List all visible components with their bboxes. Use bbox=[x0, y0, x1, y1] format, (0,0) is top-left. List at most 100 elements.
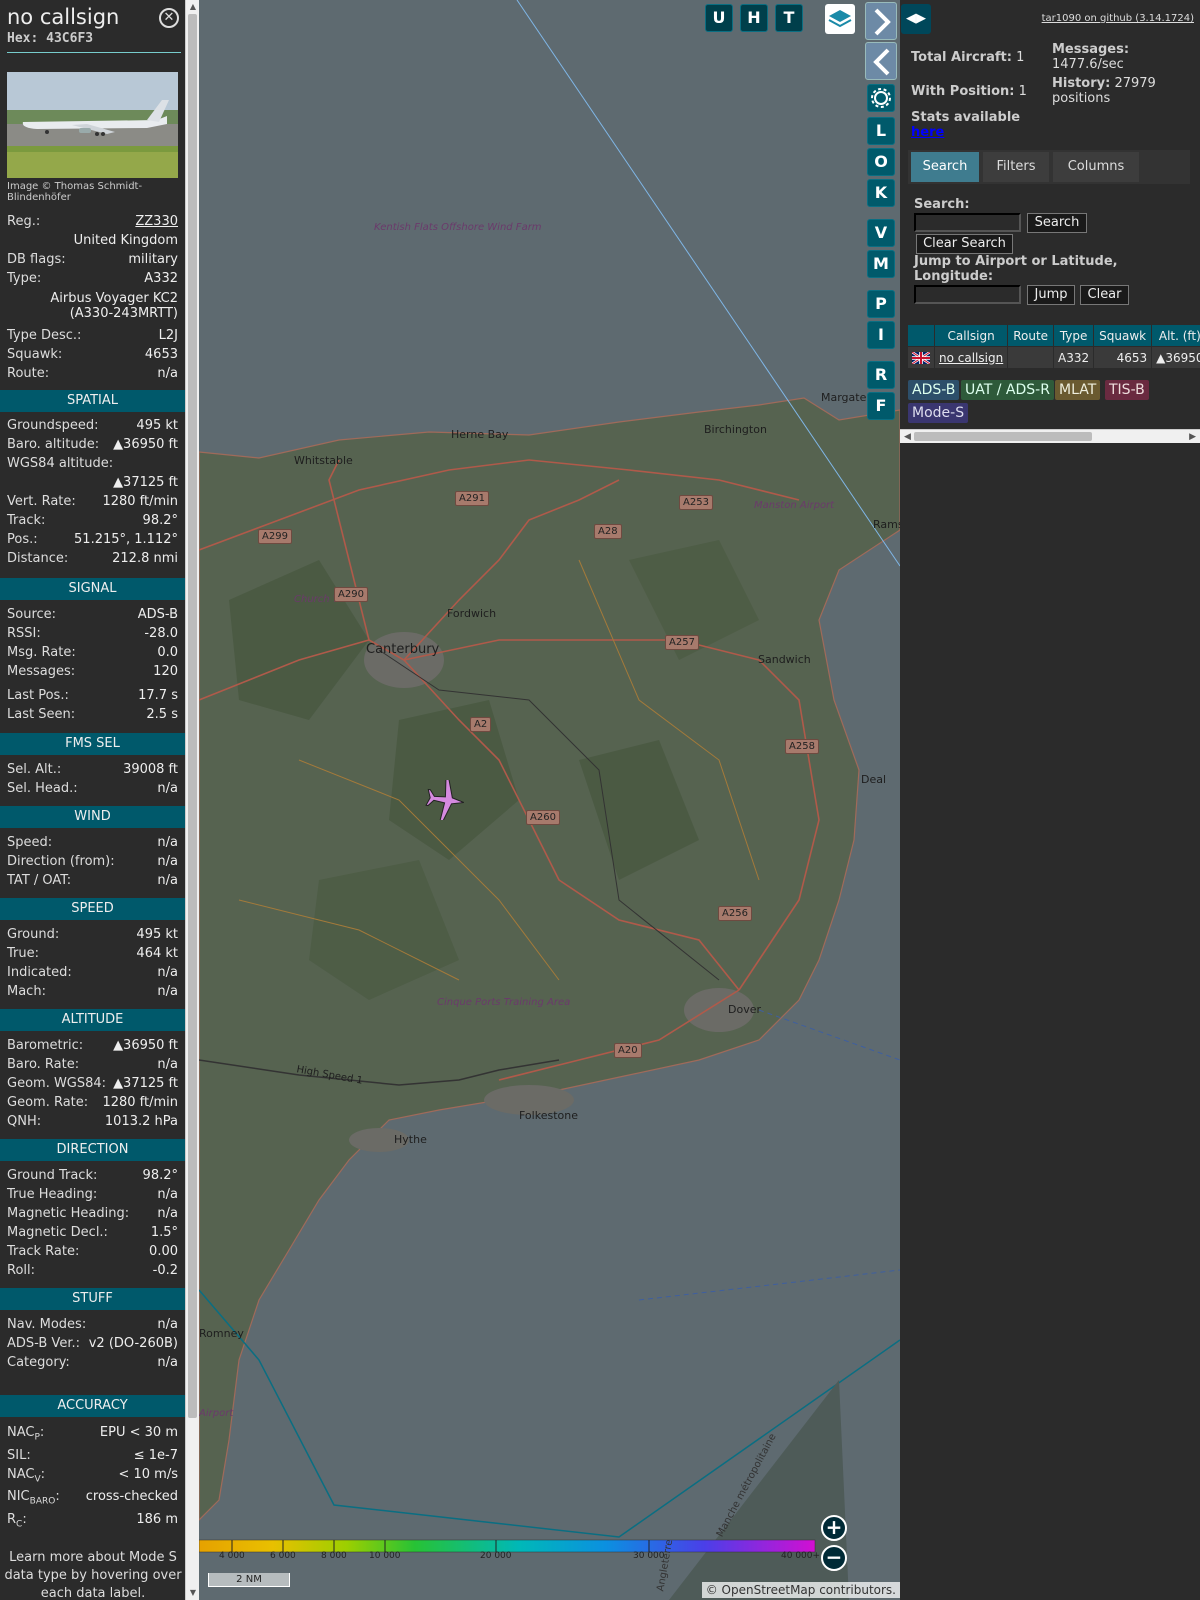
map-button-k[interactable]: K bbox=[867, 179, 895, 207]
type-row: Type: A332 bbox=[7, 269, 178, 288]
nacv-label: NACV: bbox=[7, 1467, 46, 1485]
clear-button[interactable]: Clear bbox=[1080, 285, 1129, 305]
road-a2: A2 bbox=[470, 717, 492, 732]
road-a257: A257 bbox=[665, 635, 699, 650]
map-button-i[interactable]: I bbox=[867, 321, 895, 349]
spatial-row-label: Pos.: bbox=[7, 532, 38, 547]
stuff-row-label: ADS-B Ver.: bbox=[7, 1336, 80, 1351]
stuff-row-value: v2 (DO-260B) bbox=[88, 1336, 178, 1351]
info-panel-scrollbar[interactable]: ▲ ▼ bbox=[185, 0, 199, 1600]
nacp-label: NACP: bbox=[7, 1425, 45, 1443]
squawk-row: Squawk: 4653 bbox=[7, 345, 178, 364]
road-a20: A20 bbox=[614, 1043, 642, 1058]
legend-label-6000: 6 000 bbox=[270, 1551, 296, 1561]
wind-row: Speed: n/a bbox=[7, 833, 178, 852]
with-position-value: 1 bbox=[1018, 84, 1027, 99]
settings-gear-icon[interactable] bbox=[867, 84, 895, 112]
altitude-row-value: n/a bbox=[157, 1057, 178, 1072]
jump-button[interactable]: Jump bbox=[1027, 285, 1075, 305]
map-button-l[interactable]: L bbox=[867, 117, 895, 145]
nacp-row: NACP: EPU < 30 m bbox=[7, 1423, 178, 1443]
scroll-down-icon[interactable]: ▼ bbox=[188, 1588, 198, 1597]
map-button-m[interactable]: M bbox=[867, 250, 895, 278]
collapse-arrow-button[interactable] bbox=[865, 42, 897, 80]
table-row[interactable]: no callsign A332 4653 ▲36950 bbox=[907, 346, 1200, 369]
reg-link[interactable]: ZZ330 bbox=[135, 212, 178, 231]
map-button-f[interactable]: F bbox=[867, 392, 895, 420]
fms-row: Sel. Head.: n/a bbox=[7, 779, 178, 798]
github-link[interactable]: tar1090 on github (3.14.1724) bbox=[1042, 13, 1194, 24]
col-squawk[interactable]: Squawk bbox=[1093, 324, 1153, 347]
map-button-p[interactable]: P bbox=[867, 290, 895, 318]
aircraft-info-panel: no callsign Hex: 43C6F3 ✕ Image © Thomas… bbox=[0, 0, 185, 1600]
map-button-t[interactable]: T bbox=[775, 4, 803, 32]
spatial-row: Baro. altitude: ▲36950 ft bbox=[7, 435, 178, 454]
dbflags-label: DB flags: bbox=[7, 252, 66, 267]
spatial-row-label: WGS84 altitude: bbox=[7, 456, 114, 471]
speed-row-label: Indicated: bbox=[7, 965, 72, 980]
altitude-row-label: Geom. Rate: bbox=[7, 1095, 89, 1110]
close-icon[interactable]: ✕ bbox=[159, 8, 179, 28]
direction-row-value: 98.2° bbox=[142, 1168, 178, 1183]
clear-search-button[interactable]: Clear Search bbox=[916, 234, 1013, 254]
signal-row-label: RSSI: bbox=[7, 626, 41, 641]
col-callsign[interactable]: Callsign bbox=[933, 324, 1009, 347]
map-button-h[interactable]: H bbox=[740, 4, 768, 32]
stuff-row: Category: n/a bbox=[7, 1353, 178, 1372]
map-attribution[interactable]: © OpenStreetMap contributors. bbox=[701, 1582, 900, 1598]
legend-label-20000: 20 000 bbox=[480, 1551, 512, 1561]
road-a290: A290 bbox=[334, 587, 368, 602]
expand-arrow-button[interactable] bbox=[865, 2, 897, 40]
section-spatial: SPATIAL bbox=[0, 390, 185, 412]
route-row: Route: n/a bbox=[7, 364, 178, 383]
map-button-u[interactable]: U bbox=[705, 4, 733, 32]
hscroll-thumb[interactable] bbox=[914, 432, 1092, 441]
sidebar-horizontal-scrollbar[interactable]: ◀ ▶ bbox=[900, 429, 1200, 443]
signal-row-value: -28.0 bbox=[144, 626, 178, 641]
spatial-row-value: 495 kt bbox=[136, 418, 178, 433]
col-route[interactable]: Route bbox=[1007, 324, 1055, 347]
spatial-row-value: ▲37125 ft bbox=[113, 475, 178, 490]
sidebar-toggle-icon[interactable]: ◀▶ bbox=[901, 4, 931, 34]
place-deal: Deal bbox=[861, 773, 887, 786]
place-fordwich: Fordwich bbox=[447, 607, 497, 620]
scroll-up-icon[interactable]: ▲ bbox=[188, 2, 198, 11]
aircraft-photo[interactable] bbox=[7, 72, 178, 178]
col-flag[interactable] bbox=[907, 324, 935, 347]
col-type[interactable]: Type bbox=[1053, 324, 1095, 347]
scroll-left-icon[interactable]: ◀ bbox=[904, 430, 911, 444]
scroll-right-icon[interactable]: ▶ bbox=[1189, 430, 1196, 444]
tab-filters[interactable]: Filters bbox=[983, 152, 1049, 182]
map-button-v[interactable]: V bbox=[867, 219, 895, 247]
road-a28: A28 bbox=[594, 524, 622, 539]
search-input[interactable] bbox=[914, 213, 1021, 232]
zoom-out-button[interactable]: − bbox=[821, 1545, 847, 1571]
place-herne-bay: Herne Bay bbox=[451, 428, 509, 441]
place-airport: Airport bbox=[199, 1408, 234, 1419]
nacv-row: NACV: < 10 m/s bbox=[7, 1465, 178, 1485]
zoom-in-button[interactable]: + bbox=[821, 1515, 847, 1541]
aircraft-icon[interactable] bbox=[423, 780, 469, 820]
speed-row: Indicated: n/a bbox=[7, 963, 178, 982]
place-cinque-ports: Cinque Ports Training Area bbox=[437, 997, 571, 1008]
spatial-row-label: Groundspeed: bbox=[7, 418, 99, 433]
place-margate: Margate bbox=[821, 391, 867, 404]
search-button[interactable]: Search bbox=[1027, 213, 1087, 233]
map-button-o[interactable]: O bbox=[867, 148, 895, 176]
scroll-thumb[interactable] bbox=[188, 14, 197, 1418]
signal-row-label: Last Seen: bbox=[7, 707, 76, 722]
place-hythe: Hythe bbox=[394, 1133, 427, 1146]
tab-columns[interactable]: Columns bbox=[1053, 152, 1139, 182]
signal-row-value: 2.5 s bbox=[146, 707, 178, 722]
map-view[interactable]: Herne Bay Birchington Margate Whitstable… bbox=[199, 0, 900, 1600]
col-alt[interactable]: Alt. (ft) bbox=[1151, 324, 1200, 347]
layers-icon[interactable] bbox=[825, 4, 855, 34]
map-scale: 2 NM bbox=[208, 1573, 290, 1587]
signal-row: Last Pos.: 17.7 s bbox=[7, 686, 178, 705]
row-callsign[interactable]: no callsign bbox=[933, 346, 1009, 369]
tab-search[interactable]: Search bbox=[911, 152, 979, 182]
rc-label: RC: bbox=[7, 1512, 27, 1530]
jump-input[interactable] bbox=[914, 285, 1021, 304]
stats-here-link[interactable]: here bbox=[911, 125, 944, 140]
map-button-r[interactable]: R bbox=[867, 361, 895, 389]
